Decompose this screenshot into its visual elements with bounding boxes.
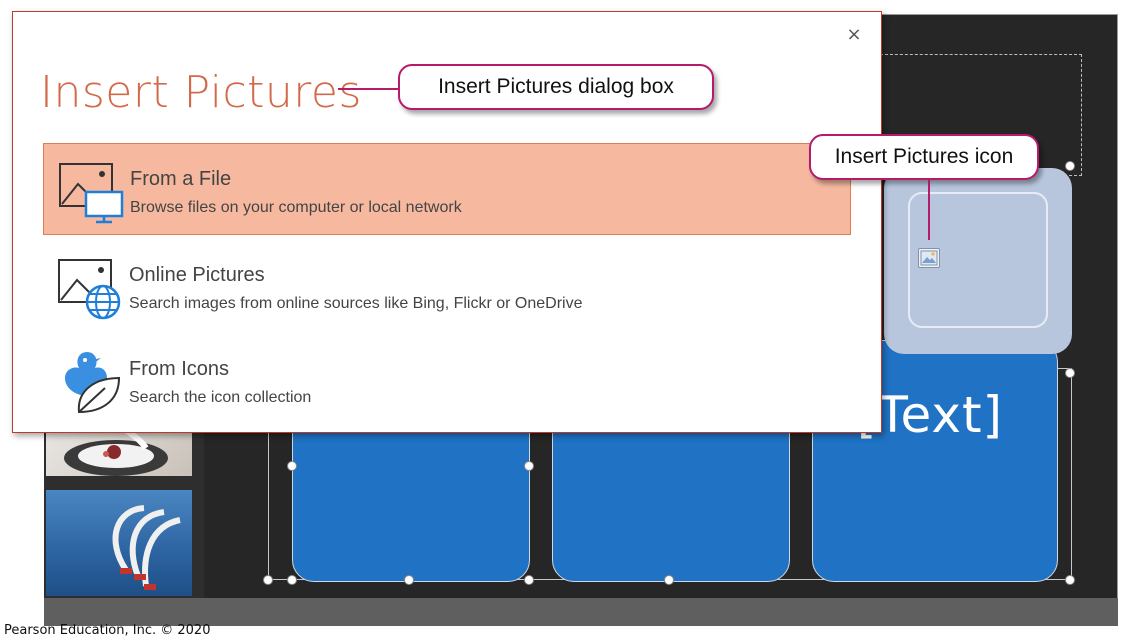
picture-globe-icon bbox=[55, 254, 125, 320]
resize-handle[interactable] bbox=[1065, 161, 1075, 171]
resize-handle[interactable] bbox=[524, 575, 534, 585]
option-from-a-file[interactable]: From a File Browse files on your compute… bbox=[43, 143, 851, 235]
dialog-title: Insert Pictures bbox=[40, 67, 362, 118]
insert-pictures-glyph-icon bbox=[920, 250, 938, 266]
bird-leaf-icon bbox=[55, 348, 125, 414]
insert-pictures-icon[interactable] bbox=[918, 248, 940, 268]
callout-leader-line bbox=[928, 180, 930, 240]
close-button[interactable]: × bbox=[843, 24, 865, 46]
option-title: Online Pictures bbox=[129, 264, 265, 286]
option-title: From Icons bbox=[129, 358, 230, 380]
resize-handle[interactable] bbox=[263, 575, 273, 585]
slide-thumbnail-jets[interactable] bbox=[46, 490, 192, 596]
option-from-icons[interactable]: From Icons Search the icon collection bbox=[43, 334, 851, 426]
option-description: Search the icon collection bbox=[129, 389, 312, 406]
status-bar bbox=[44, 598, 1118, 626]
resize-handle[interactable] bbox=[1065, 368, 1075, 378]
option-title: From a File bbox=[130, 168, 232, 190]
option-online-pictures[interactable]: Online Pictures Search images from onlin… bbox=[43, 240, 851, 332]
option-description: Search images from online sources like B… bbox=[129, 295, 583, 312]
resize-handle[interactable] bbox=[664, 575, 674, 585]
copyright-text: Pearson Education, Inc. © 2020 bbox=[4, 623, 211, 638]
resize-handle[interactable] bbox=[287, 575, 297, 585]
resize-handle[interactable] bbox=[524, 461, 534, 471]
callout-insert-pictures-icon: Insert Pictures icon bbox=[809, 134, 1039, 180]
callout-dialog-box: Insert Pictures dialog box bbox=[398, 64, 714, 110]
jets-photo-icon bbox=[112, 505, 181, 590]
picture-monitor-icon bbox=[56, 158, 126, 224]
callout-leader-line bbox=[338, 88, 398, 90]
option-description: Browse files on your computer or local n… bbox=[130, 199, 462, 216]
resize-handle[interactable] bbox=[287, 461, 297, 471]
resize-handle[interactable] bbox=[1065, 575, 1075, 585]
resize-handle[interactable] bbox=[404, 575, 414, 585]
